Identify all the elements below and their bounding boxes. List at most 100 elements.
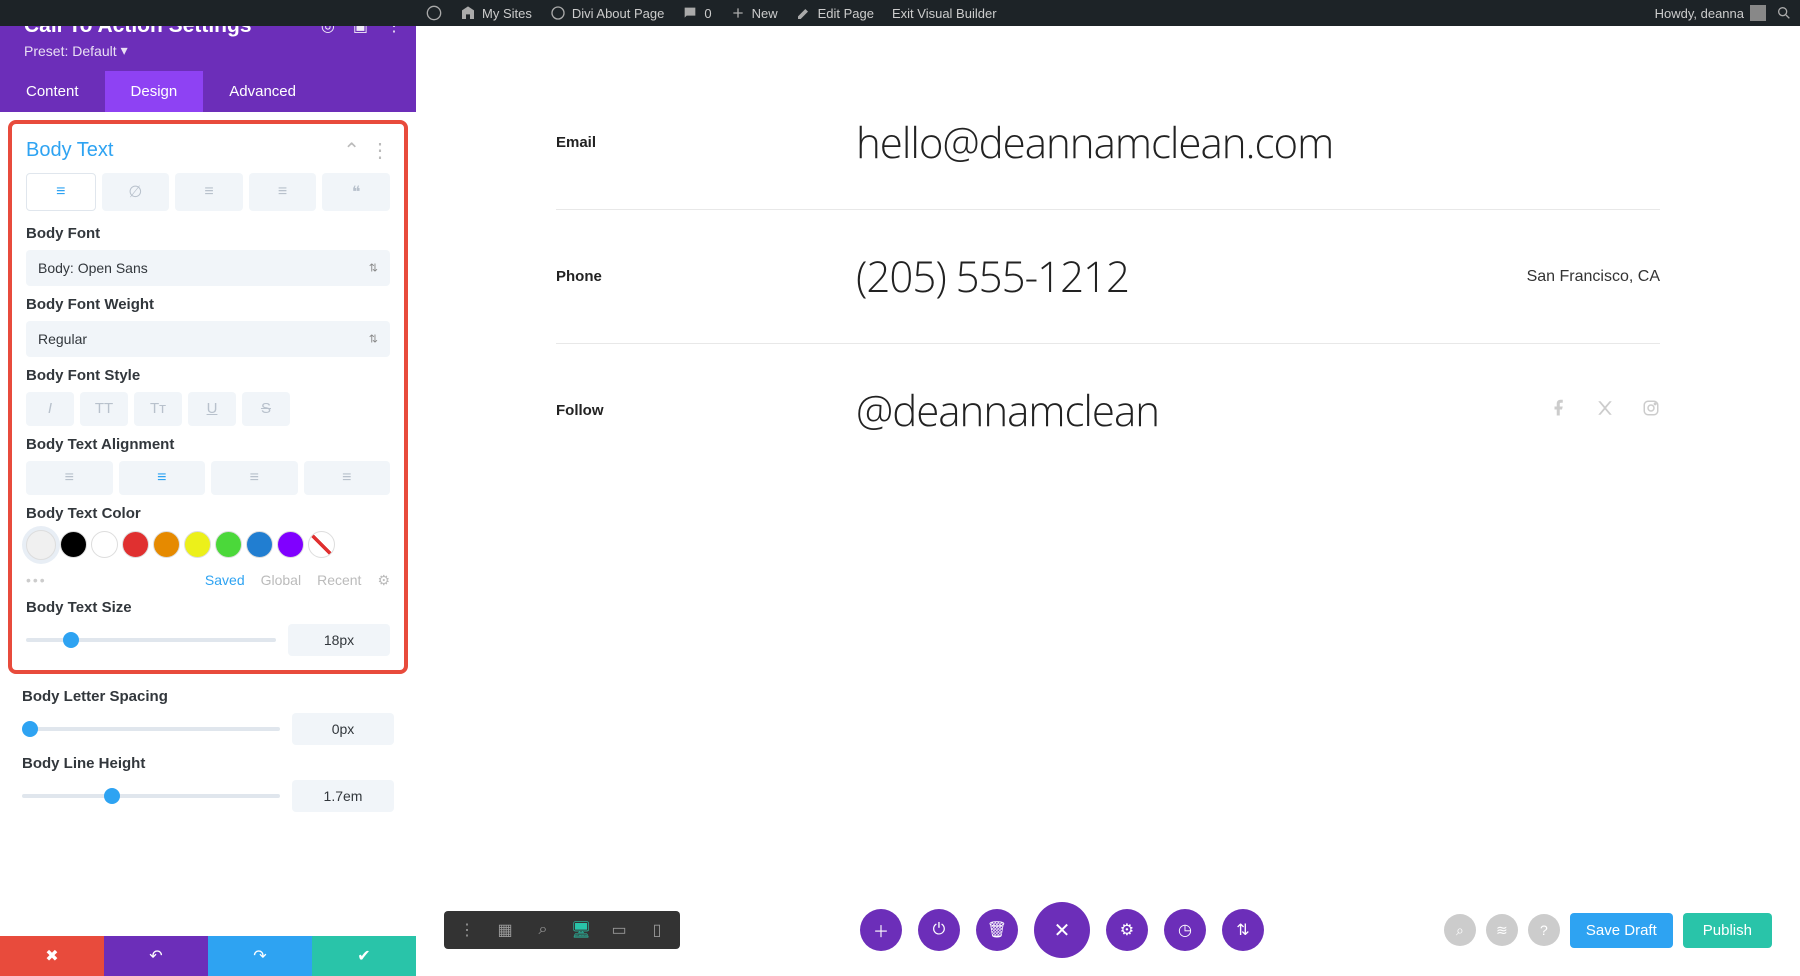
settings-sidebar: Call To Action Settings Preset: Default … (0, 0, 416, 976)
color-swatch[interactable] (153, 531, 180, 558)
undo-button[interactable]: ↶ (104, 936, 208, 976)
lineheight-slider[interactable] (22, 794, 280, 798)
user-avatar (1750, 5, 1766, 21)
site-name-link[interactable]: Divi About Page (550, 5, 665, 21)
tablet-view-icon[interactable]: ▭ (606, 917, 632, 943)
search-icon[interactable] (1776, 5, 1792, 21)
align-left-button[interactable]: ≡ (26, 461, 113, 495)
color-swatch-row (26, 530, 390, 560)
spacing-input[interactable]: 0px (292, 713, 394, 745)
comments-link[interactable]: 0 (682, 5, 711, 21)
instagram-icon[interactable] (1642, 399, 1660, 422)
color-tabs: ••• Saved Global Recent ⚙ (26, 572, 390, 589)
tab-quote-icon[interactable]: ❝ (322, 173, 390, 211)
phone-label: Phone (556, 268, 856, 285)
settings-tab-bar: Content Design Advanced (0, 71, 416, 112)
zoom-icon[interactable]: ⌕ (530, 917, 556, 943)
view-toolbar: ⋮ ▦ ⌕ 🖥 ▭ ▯ (444, 911, 680, 949)
color-swatch[interactable] (91, 531, 118, 558)
section-body-text[interactable]: Body Text ⌃⋮ (26, 134, 390, 173)
strikethrough-button[interactable]: S (242, 392, 290, 426)
tab-advanced[interactable]: Advanced (203, 71, 322, 112)
facebook-icon[interactable] (1550, 399, 1568, 422)
size-slider[interactable] (26, 638, 276, 642)
tab-link-icon[interactable]: ∅ (102, 173, 170, 211)
gear-button[interactable]: ⚙ (1106, 909, 1148, 951)
letter-spacing-label: Body Letter Spacing (22, 688, 394, 705)
trash-button[interactable]: 🗑 (976, 909, 1018, 951)
align-center-button[interactable]: ≡ (119, 461, 206, 495)
color-tab-global[interactable]: Global (261, 572, 301, 588)
tab-paragraph-icon[interactable]: ≡ (26, 173, 96, 211)
underline-button[interactable]: U (188, 392, 236, 426)
x-icon[interactable] (1596, 399, 1614, 422)
color-more-icon[interactable]: ••• (26, 572, 47, 588)
power-button[interactable]: ⏻ (918, 909, 960, 951)
body-size-label: Body Text Size (26, 599, 390, 616)
follow-row: Follow @deannamclean (556, 344, 1660, 477)
tab-content[interactable]: Content (0, 71, 105, 112)
exit-visual-builder-link[interactable]: Exit Visual Builder (892, 6, 997, 21)
smallcaps-button[interactable]: Tᴛ (134, 392, 182, 426)
phone-value: (205) 555-1212 (856, 248, 1527, 305)
color-swatch[interactable] (26, 530, 56, 560)
tab-ol-icon[interactable]: ≡ (249, 173, 317, 211)
tab-design[interactable]: Design (105, 71, 204, 112)
sort-button[interactable]: ⇅ (1222, 909, 1264, 951)
search-button[interactable]: ⌕ (1444, 914, 1476, 946)
color-swatch[interactable] (246, 531, 273, 558)
publish-button[interactable]: Publish (1683, 913, 1772, 948)
desktop-view-icon[interactable]: 🖥 (568, 917, 594, 943)
tab-ul-icon[interactable]: ≡ (175, 173, 243, 211)
lineheight-input[interactable]: 1.7em (292, 780, 394, 812)
color-swatch[interactable] (215, 531, 242, 558)
social-icons (1550, 399, 1660, 422)
color-swatch[interactable] (277, 531, 304, 558)
body-weight-select[interactable]: Regular (26, 321, 390, 357)
section-more-icon[interactable]: ⋮ (370, 138, 390, 163)
menu-icon[interactable]: ⋮ (454, 917, 480, 943)
help-button[interactable]: ? (1528, 914, 1560, 946)
color-swatch[interactable] (60, 531, 87, 558)
align-right-button[interactable]: ≡ (211, 461, 298, 495)
italic-button[interactable]: I (26, 392, 74, 426)
page-canvas: Email hello@deannamclean.com Phone (205)… (416, 26, 1800, 976)
body-font-select[interactable]: Body: Open Sans (26, 250, 390, 286)
color-swatch-none[interactable] (308, 531, 335, 558)
settings-bottom-bar: ✖ ↶ ↷ ✔ (0, 936, 416, 976)
howdy-user[interactable]: Howdy, deanna (1655, 5, 1766, 21)
mobile-view-icon[interactable]: ▯ (644, 917, 670, 943)
new-link[interactable]: New (730, 5, 778, 21)
discard-button[interactable]: ✖ (0, 936, 104, 976)
spacing-slider[interactable] (22, 727, 280, 731)
my-sites-link[interactable]: My Sites (460, 5, 532, 21)
align-justify-button[interactable]: ≡ (304, 461, 391, 495)
phone-row: Phone (205) 555-1212 San Francisco, CA (556, 210, 1660, 344)
body-color-label: Body Text Color (26, 505, 390, 522)
add-button[interactable]: ＋ (860, 909, 902, 951)
body-align-label: Body Text Alignment (26, 436, 390, 453)
preset-selector[interactable]: Preset: Default ▾ (24, 42, 128, 59)
uppercase-button[interactable]: TT (80, 392, 128, 426)
color-settings-icon[interactable]: ⚙ (377, 572, 390, 589)
redo-button[interactable]: ↷ (208, 936, 312, 976)
save-button[interactable]: ✔ (312, 936, 416, 976)
color-swatch[interactable] (184, 531, 211, 558)
wp-admin-bar: My Sites Divi About Page 0 New Edit Page… (0, 0, 1800, 26)
save-draft-button[interactable]: Save Draft (1570, 913, 1673, 948)
color-tab-recent[interactable]: Recent (317, 572, 361, 588)
collapse-icon[interactable]: ⌃ (343, 138, 360, 163)
edit-page-link[interactable]: Edit Page (796, 5, 874, 21)
color-tab-saved[interactable]: Saved (205, 572, 245, 588)
wireframe-icon[interactable]: ▦ (492, 917, 518, 943)
save-controls: ⌕ ≋ ? Save Draft Publish (1444, 913, 1772, 948)
action-circles: ＋ ⏻ 🗑 ✕ ⚙ ◷ ⇅ (860, 902, 1264, 958)
wp-logo-icon[interactable] (426, 5, 442, 21)
color-swatch[interactable] (122, 531, 149, 558)
layers-button[interactable]: ≋ (1486, 914, 1518, 946)
size-input[interactable]: 18px (288, 624, 390, 656)
history-button[interactable]: ◷ (1164, 909, 1206, 951)
follow-label: Follow (556, 402, 856, 419)
align-row: ≡ ≡ ≡ ≡ (26, 461, 390, 495)
close-builder-button[interactable]: ✕ (1034, 902, 1090, 958)
